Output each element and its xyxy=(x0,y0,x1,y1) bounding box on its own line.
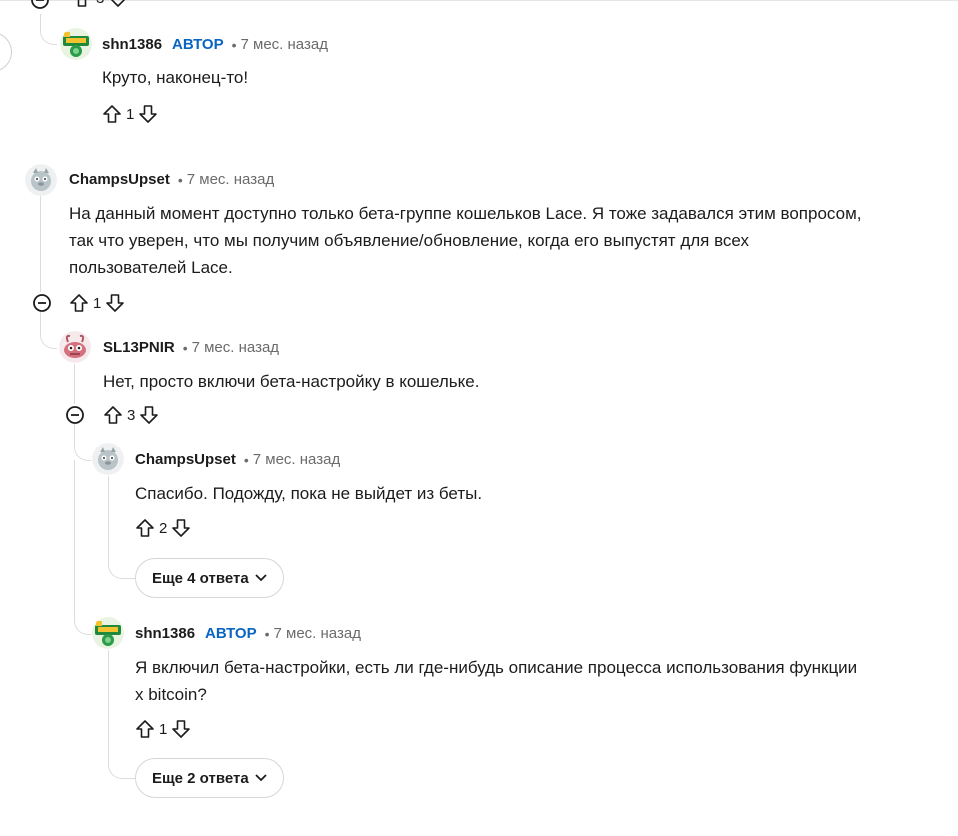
comment-body: Я включил бета-настройки, есть ли где-ни… xyxy=(135,654,857,708)
comment-line: так что уверен, что мы получим объявлени… xyxy=(69,231,750,250)
comment-body: Спасибо. Подожду, пока не выйдет из беты… xyxy=(135,480,482,507)
vote-count: 3 xyxy=(96,0,104,7)
comment-line: На данный момент доступно только бета-гр… xyxy=(69,204,862,223)
more-replies-button[interactable]: Еще 4 ответа xyxy=(135,558,284,598)
vote-bar: 3 xyxy=(72,0,128,10)
comment-meta: ChampsUpset • 7 мес. назад xyxy=(135,451,340,468)
avatar[interactable] xyxy=(59,331,91,363)
downvote-icon[interactable] xyxy=(139,405,159,425)
collapse-icon[interactable] xyxy=(30,0,50,10)
vote-bar: 3 xyxy=(103,403,159,427)
separator-dot: • xyxy=(231,36,237,53)
downvote-icon[interactable] xyxy=(108,0,128,8)
avatar-image xyxy=(60,28,92,60)
more-replies-label: Еще 2 ответа xyxy=(152,769,249,787)
thread-line xyxy=(74,424,91,461)
separator-dot: • xyxy=(243,451,249,468)
vote-count: 1 xyxy=(159,720,168,738)
avatar-image xyxy=(25,164,57,196)
top-divider xyxy=(0,0,958,1)
thread-line xyxy=(40,196,41,292)
timestamp[interactable]: 7 мес. назад xyxy=(274,625,361,642)
comment-line: пользователей Lace. xyxy=(69,258,233,277)
chevron-down-icon xyxy=(255,574,267,582)
thread-line xyxy=(74,460,75,600)
comment-line: Спасибо. Подожду, пока не выйдет из беты… xyxy=(135,484,483,503)
chevron-down-icon xyxy=(255,774,267,782)
thread-line xyxy=(74,364,75,404)
vote-count: 1 xyxy=(126,105,135,123)
comment-body: Нет, просто включи бета-настройку в коше… xyxy=(103,368,479,395)
upvote-icon[interactable] xyxy=(135,518,155,538)
username[interactable]: ChampsUpset xyxy=(69,171,170,188)
timestamp[interactable]: 7 мес. назад xyxy=(253,451,340,468)
username[interactable]: shn1386 xyxy=(135,625,195,642)
separator-dot: • xyxy=(264,625,270,642)
comment-line: Круто, наконец-то! xyxy=(102,68,249,87)
vote-count: 2 xyxy=(159,519,168,537)
comment-body: На данный момент доступно только бета-гр… xyxy=(69,200,861,281)
vote-bar: 1 xyxy=(102,102,158,126)
timestamp[interactable]: 7 мес. назад xyxy=(241,36,328,53)
downvote-icon[interactable] xyxy=(171,719,191,739)
separator-dot: • xyxy=(177,171,183,188)
comment-body: Круто, наконец-то! xyxy=(102,64,248,91)
collapse-icon[interactable] xyxy=(32,293,52,313)
comment-line: x bitcoin? xyxy=(135,685,207,704)
downvote-icon[interactable] xyxy=(105,293,125,313)
collapse-icon[interactable] xyxy=(65,405,85,425)
avatar[interactable] xyxy=(92,617,124,649)
avatar[interactable] xyxy=(92,443,124,475)
upvote-icon[interactable] xyxy=(135,719,155,739)
upvote-icon[interactable] xyxy=(103,405,123,425)
comment-line: Я включил бета-настройки, есть ли где-ни… xyxy=(135,658,858,677)
vote-bar: 1 xyxy=(135,717,191,741)
thread-line xyxy=(74,600,91,635)
comment-meta: SL13PNIR • 7 мес. назад xyxy=(103,339,279,356)
avatar-image xyxy=(92,443,124,475)
comment-meta: shn1386 АВТОР • 7 мес. назад xyxy=(135,625,361,642)
downvote-icon[interactable] xyxy=(171,518,191,538)
thread-line xyxy=(40,312,57,349)
author-badge: АВТОР xyxy=(205,625,257,642)
more-replies-button[interactable]: Еще 2 ответа xyxy=(135,758,284,798)
username[interactable]: SL13PNIR xyxy=(103,339,175,356)
avatar[interactable] xyxy=(60,28,92,60)
upvote-icon[interactable] xyxy=(102,104,122,124)
timestamp[interactable]: 7 мес. назад xyxy=(192,339,279,356)
avatar[interactable] xyxy=(25,164,57,196)
avatar-image xyxy=(92,617,124,649)
thread-line xyxy=(108,650,135,779)
timestamp[interactable]: 7 мес. назад xyxy=(187,171,274,188)
separator-dot: • xyxy=(182,339,188,356)
username[interactable]: ChampsUpset xyxy=(135,451,236,468)
vote-bar: 2 xyxy=(135,516,191,540)
comment-line: Нет, просто включи бета-настройку в коше… xyxy=(103,372,480,391)
more-replies-label: Еще 4 ответа xyxy=(152,569,249,587)
author-badge: АВТОР xyxy=(172,36,224,53)
avatar-image xyxy=(59,331,91,363)
upvote-icon[interactable] xyxy=(72,0,92,8)
vote-count: 1 xyxy=(93,294,102,312)
thread-line xyxy=(40,14,57,45)
comment-meta: shn1386 АВТОР • 7 мес. назад xyxy=(102,36,328,53)
downvote-icon[interactable] xyxy=(138,104,158,124)
thread-line xyxy=(108,476,135,579)
upvote-icon[interactable] xyxy=(69,293,89,313)
username[interactable]: shn1386 xyxy=(102,36,162,53)
vote-bar: 1 xyxy=(69,291,125,315)
vote-count: 3 xyxy=(127,406,136,424)
comment-meta: ChampsUpset • 7 мес. назад xyxy=(69,171,274,188)
scroll-edge-button[interactable] xyxy=(0,32,12,72)
